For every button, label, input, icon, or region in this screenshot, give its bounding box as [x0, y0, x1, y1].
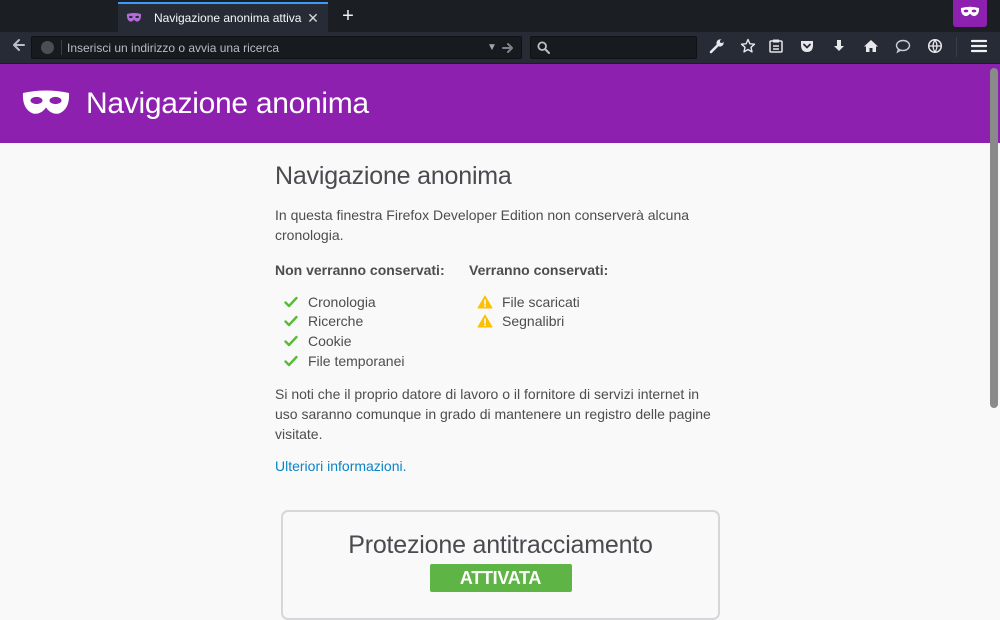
intro-text: In questa finestra Firefox Developer Edi…	[275, 207, 690, 243]
search-icon	[537, 41, 555, 54]
list-item: File scaricati	[469, 292, 719, 312]
page-header-title: Navigazione anonima	[86, 86, 369, 120]
list-item-label: Cookie	[308, 332, 352, 349]
toolbar-separator	[956, 37, 957, 57]
warning-icon	[477, 314, 493, 328]
developer-tools-button[interactable]	[706, 37, 728, 59]
search-bar[interactable]	[530, 36, 697, 59]
tracking-protection-title: Protezione antitracciamento	[348, 531, 653, 559]
checkmark-icon	[283, 334, 299, 348]
back-arrow-icon	[12, 38, 26, 57]
mask-icon	[960, 5, 980, 23]
url-bar[interactable]: ▼	[31, 36, 522, 59]
list-item: File temporanei	[275, 351, 469, 371]
isp-note: Si noti che il proprio datore di lavoro …	[275, 386, 711, 443]
hamburger-menu-icon	[970, 39, 988, 58]
open-menu-button[interactable]	[968, 37, 990, 59]
list-item: Segnalibri	[469, 312, 719, 332]
tab-strip: Navigazione anonima attiva ✕ +	[0, 0, 1000, 32]
go-arrow-icon[interactable]	[499, 42, 517, 54]
checkmark-icon	[283, 314, 299, 328]
list-item-label: File temporanei	[308, 352, 405, 369]
scrollbar-thumb[interactable]	[990, 68, 998, 408]
tracking-protection-panel: Protezione antitracciamento ATTIVATA	[281, 510, 720, 620]
url-separator	[61, 40, 62, 55]
list-item: Ricerche	[275, 312, 469, 332]
list-item: Cronologia	[275, 292, 469, 312]
private-browsing-indicator	[953, 0, 987, 27]
saved-heading: Verranno conservati:	[469, 262, 609, 278]
list-item-label: Cronologia	[308, 293, 376, 310]
saved-column: Verranno conservati: File scaricati Segn…	[469, 260, 719, 370]
pocket-icon	[799, 38, 815, 59]
checkmark-icon	[283, 354, 299, 368]
list-item-label: Ricerche	[308, 313, 364, 330]
tab-private-browsing[interactable]: Navigazione anonima attiva ✕	[118, 2, 328, 32]
home-icon	[863, 38, 879, 59]
list-item: Cookie	[275, 331, 469, 351]
chat-button[interactable]	[892, 37, 914, 59]
downloads-button[interactable]	[828, 37, 850, 59]
chat-icon	[895, 38, 911, 59]
not-saved-column: Non verranno conservati: Cronologia Rice…	[275, 260, 469, 370]
not-saved-heading: Non verranno conservati:	[275, 262, 445, 278]
page-title: Navigazione anonima	[275, 162, 512, 190]
reading-list-button[interactable]	[765, 37, 787, 59]
warning-icon	[477, 295, 493, 309]
bookmark-star-icon	[740, 38, 756, 59]
navigation-toolbar: ▼	[0, 32, 1000, 64]
private-browsing-info: Navigazione anonima In questa finestra F…	[275, 143, 725, 476]
wrench-icon	[709, 38, 725, 59]
back-button[interactable]	[8, 36, 30, 58]
url-input[interactable]	[67, 40, 485, 55]
list-item-label: Segnalibri	[502, 313, 565, 330]
downloads-icon	[831, 38, 847, 59]
tab-title: Navigazione anonima attiva	[154, 11, 302, 25]
mask-icon	[22, 89, 70, 119]
dropdown-arrow-icon[interactable]: ▼	[485, 42, 499, 53]
checkmark-icon	[283, 295, 299, 309]
learn-more-link[interactable]: Ulteriori informazioni.	[275, 458, 406, 474]
tracking-protection-status-badge[interactable]: ATTIVATA	[429, 564, 572, 592]
mask-icon	[126, 11, 142, 25]
private-browsing-header: Navigazione anonima	[0, 64, 1000, 143]
pocket-button[interactable]	[796, 37, 818, 59]
list-item-label: File scaricati	[502, 293, 580, 310]
reader-list-icon	[768, 38, 784, 59]
close-tab-icon[interactable]: ✕	[306, 11, 320, 25]
search-input[interactable]	[555, 40, 690, 55]
new-tab-button[interactable]: +	[338, 6, 358, 26]
webide-button[interactable]	[924, 37, 946, 59]
home-button[interactable]	[860, 37, 882, 59]
globe-icon	[41, 41, 54, 54]
bookmark-button[interactable]	[737, 37, 759, 59]
retention-columns: Non verranno conservati: Cronologia Rice…	[275, 260, 725, 370]
webide-icon	[927, 38, 943, 59]
